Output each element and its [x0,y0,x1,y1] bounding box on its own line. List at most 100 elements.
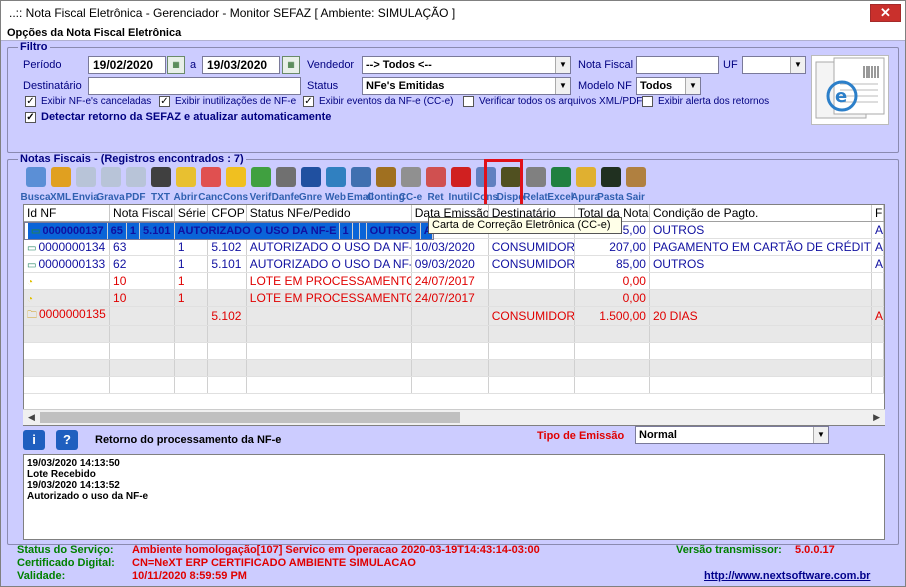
svg-text:e: e [835,86,847,107]
modelo-label: Modelo NF [578,80,632,92]
tipo-emissao-select[interactable]: Normal ▼ [635,426,829,444]
coins-icon [575,167,596,187]
column-header[interactable]: Condição de Pagto. [649,205,872,222]
modelo-select[interactable]: Todos ▼ [636,77,701,95]
id-value: 0000000133 [38,257,106,271]
table-cell [174,306,209,326]
terminal-icon [600,167,621,187]
calendar-start-icon[interactable]: ▦ [167,56,185,74]
servico-value: Ambiente homologação[107] Servico em Ope… [132,544,540,556]
table-cell: CONSUMIDOR [488,238,575,256]
date-start-input[interactable]: 19/02/2020 [88,56,166,74]
chk-eventos[interactable]: ✓ Exibir eventos da NF-e (CC-e) [303,96,453,107]
status-select[interactable]: NFe's Emitidas ▼ [362,77,571,95]
globe-icon [325,167,346,187]
table-cell [246,342,412,360]
table-cell: 1.500,00 [574,306,650,326]
table-cell [649,289,872,307]
chevron-down-icon[interactable]: ▼ [790,57,805,73]
certificado-label: Certificado Digital: [17,557,115,569]
toolbar-button-sair[interactable]: Sair [623,166,648,203]
chevron-down-icon[interactable]: ▼ [685,78,700,94]
table-cell: CONSUMIDOR [488,255,575,273]
table-cell: ▭ 0000000137 [28,222,108,239]
table-row[interactable]: ▭ 0000000137 65 1 5.101 AUTORIZADO O USO DA N… [24,221,434,240]
checkbox[interactable] [463,96,474,107]
horizontal-scrollbar[interactable]: ◀ ▶ [23,409,885,425]
status-label: Status [307,80,339,92]
save-icon [100,167,121,187]
table-cell: 1 [339,222,353,239]
checkbox[interactable]: ✓ [303,96,314,107]
chk-alerta[interactable]: Exibir alerta dos retornos [642,96,769,107]
table-row[interactable]: ◔ 10 1 LOTE EM PROCESSAMENTO 24/07/2017 0,00 [24,272,884,290]
calendar-end-icon[interactable]: ▦ [282,56,300,74]
column-header[interactable]: Id NF [24,205,111,222]
folder-icon [175,167,196,187]
chevron-down-icon[interactable]: ▼ [555,78,570,94]
document-icon: ▭ [31,225,41,237]
table-cell [24,359,111,377]
options-header: Opções da Nota Fiscal Eletrônica [1,25,905,41]
chk-inutilizacoes[interactable]: ✓ Exibir inutilizações de NF-e [159,96,296,107]
validade-label: Validade: [17,570,66,582]
column-header[interactable]: Status NFe/Pedido [246,205,412,222]
empty-row [24,359,884,377]
table-cell: OUTROS [649,221,872,239]
checkbox[interactable]: ✓ [25,111,36,123]
table-row[interactable]: ▭ 0000000133 62 1 5.101 AUTORIZADO O USO DA N… [24,255,884,273]
table-cell [352,222,360,239]
versao-value: 5.0.0.17 [795,544,835,556]
chevron-down-icon[interactable]: ▼ [555,57,570,73]
table-cell [174,342,209,360]
table-cell: 10/03/2020 [411,238,489,256]
log-line: Lote Recebido [27,469,96,480]
log-line: 19/03/2020 14:13:50 [27,458,120,469]
table-cell [109,359,175,377]
empty-row [24,325,884,343]
scroll-left-icon[interactable]: ◀ [28,412,35,423]
table-cell [649,272,872,290]
table-row[interactable]: ◔ 10 1 LOTE EM PROCESSAMENTO 24/07/2017 0,00 [24,289,884,307]
txt-icon [150,167,171,187]
website-link[interactable]: http://www.nextsoftware.com.br [704,570,870,582]
notas-grid[interactable]: Id NF Nota Fiscal Série CFOP Status NFe/Pedi… [23,204,885,426]
close-button[interactable]: ✕ [870,4,901,22]
help-icon[interactable]: ? [56,430,78,450]
table-row[interactable]: ▭ 0000000134 63 1 5.102 AUTORIZADO O USO DA N… [24,238,884,256]
table-cell: 5.101 [139,222,175,239]
vendedor-select[interactable]: --> Todos <-- ▼ [362,56,571,74]
table-cell: ◔ [24,272,111,290]
chk-verificar-xml[interactable]: Verificar todos os arquivos XML/PDF [463,96,642,107]
checkbox[interactable]: ✓ [25,96,36,107]
column-header[interactable]: CFOP [207,205,247,222]
column-header[interactable]: Fu [871,205,884,222]
checkbox[interactable]: ✓ [159,96,170,107]
chk-detectar-retorno[interactable]: ✓ Detectar retorno da SEFAZ e atualizar a… [25,111,331,123]
table-cell [359,222,367,239]
chevron-down-icon[interactable]: ▼ [813,427,828,443]
table-cell [574,325,650,343]
table-cell: ◔ [24,289,111,307]
table-cell: 1 [174,289,209,307]
table-cell: 65 [107,222,127,239]
printer-icon [275,167,296,187]
table-cell [24,376,111,394]
scroll-right-icon[interactable]: ▶ [873,412,880,423]
checkbox[interactable] [642,96,653,107]
nota-fiscal-input[interactable] [636,56,719,74]
cce-highlight-box [484,159,523,207]
tipo-emissao-label: Tipo de Emissão [537,430,625,442]
table-cell: PAGAMENTO EM CARTÃO DE CRÉDITO [649,238,872,256]
date-end-input[interactable]: 19/03/2020 [202,56,280,74]
table-cell [871,342,884,360]
info-icon[interactable]: i [23,430,45,450]
column-header[interactable]: Série [174,205,209,222]
destinatario-input[interactable] [88,77,301,95]
periodo-label: Período [23,59,62,71]
uf-select[interactable]: ▼ [742,56,806,74]
chk-canceladas[interactable]: ✓ Exibir NF-e's canceladas [25,96,151,107]
table-row[interactable]: 🗀 0000000135 5.102 CONSUMIDOR 1.500,00 20 DIA… [24,306,884,326]
column-header[interactable]: Nota Fiscal [109,205,175,222]
scroll-thumb[interactable] [40,412,460,423]
